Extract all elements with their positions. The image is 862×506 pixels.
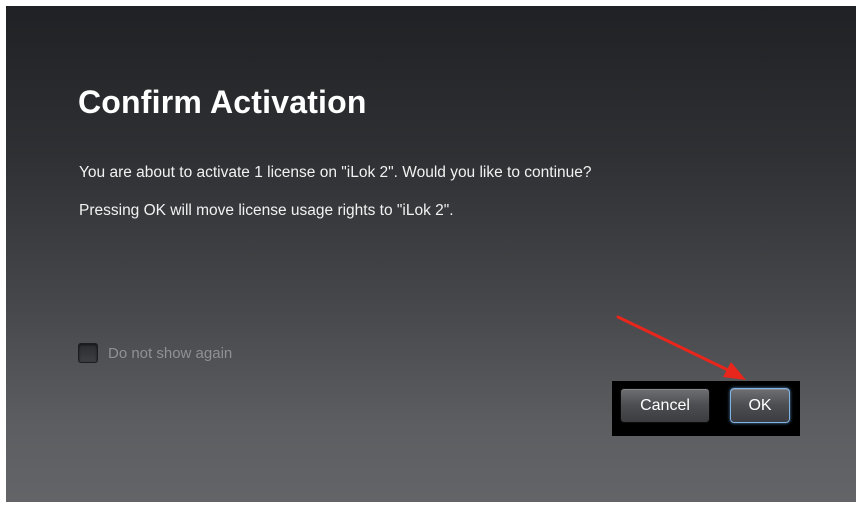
dialog-title: Confirm Activation	[78, 84, 367, 120]
do-not-show-again-label: Do not show again	[108, 344, 233, 362]
cancel-button[interactable]: Cancel	[620, 388, 710, 423]
dialog-button-group: Cancel OK	[612, 381, 800, 436]
activation-message: You are about to activate 1 license on "…	[79, 164, 592, 181]
do-not-show-again-option[interactable]: Do not show again	[78, 343, 232, 363]
ok-button[interactable]: OK	[730, 388, 790, 423]
do-not-show-again-checkbox[interactable]	[78, 343, 98, 363]
usage-rights-message: Pressing OK will move license usage righ…	[79, 202, 454, 219]
confirm-activation-dialog: Confirm Activation You are about to acti…	[6, 6, 856, 502]
